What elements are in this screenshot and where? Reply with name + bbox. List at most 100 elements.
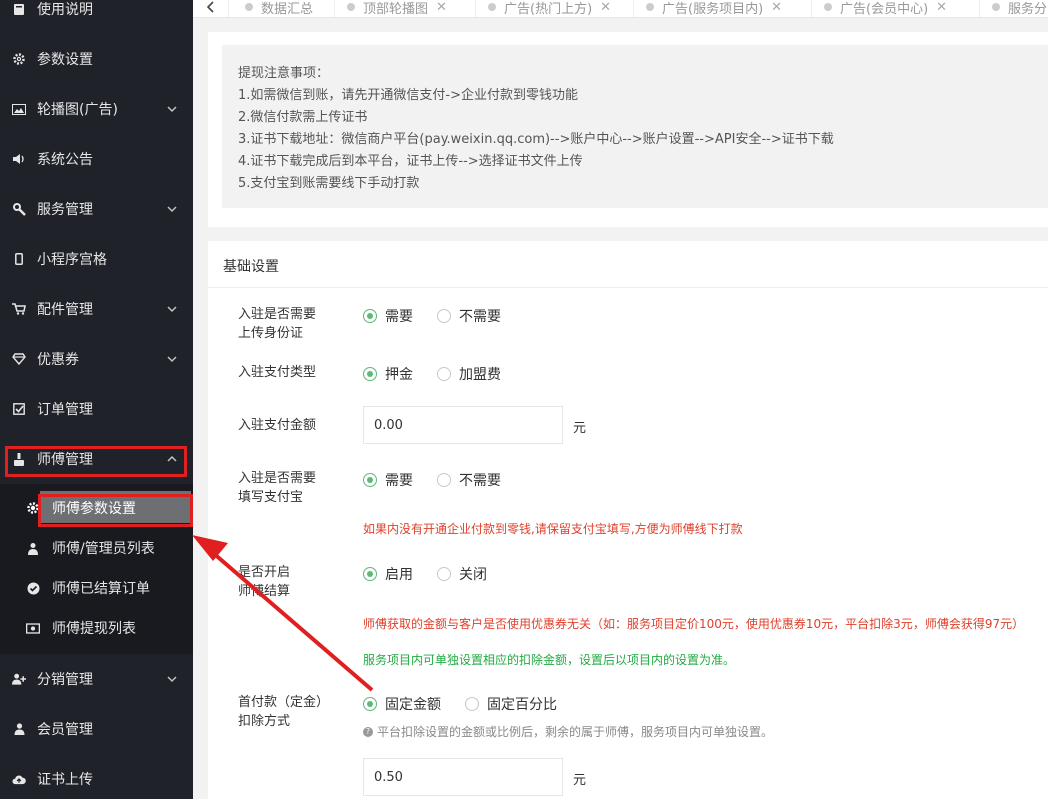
diamond-icon (12, 352, 26, 366)
chevron-down-icon (167, 676, 177, 683)
submenu-item-settled-orders[interactable]: 师傅已结算订单 (0, 568, 193, 608)
deposit-amount-input[interactable] (363, 758, 563, 796)
alipay-not-required-radio[interactable]: 不需要 (437, 470, 501, 490)
id-card-required-radio[interactable]: 需要 (363, 306, 413, 326)
close-icon[interactable]: ✕ (600, 0, 611, 15)
pay-amount-unit: 元 (573, 421, 587, 436)
cloud-upload-icon (12, 772, 26, 786)
id-card-label: 入驻是否需要 上传身份证 (238, 307, 317, 341)
radio-checked-icon (363, 473, 377, 487)
tab-top-carousel[interactable]: 顶部轮播图 ✕ (335, 0, 476, 17)
pay-type-franchise-radio[interactable]: 加盟费 (437, 364, 501, 384)
workers-submenu: 师傅参数设置 师傅/管理员列表 师傅已结算订单 师傅提现列表 (0, 484, 193, 654)
sidebar-item-notice[interactable]: 系统公告 (0, 134, 193, 184)
radio-unchecked-icon (437, 309, 451, 323)
wrench-icon (12, 202, 26, 216)
sidebar-item-label: 优惠券 (37, 352, 79, 368)
sidebar-item-label: 订单管理 (37, 402, 93, 418)
tab-bar: 数据汇总 顶部轮播图 ✕ 广告(热门上方) ✕ 广告(服务项目内) ✕ 广告(会员中心… (193, 0, 1048, 18)
sidebar-item-members[interactable]: 会员管理 (0, 704, 193, 754)
sidebar-item-orders[interactable]: 订单管理 (0, 384, 193, 434)
sidebar-item-params[interactable]: 参数设置 (0, 34, 193, 84)
pay-type-label: 入驻支付类型 (238, 365, 317, 380)
tab-service-more[interactable]: 服务分 (980, 0, 1048, 17)
notice-line: 5.支付宝到账需要线下手动打款 (238, 176, 420, 191)
image-icon (12, 102, 26, 116)
tab-dot-icon (824, 3, 832, 11)
settle-enable-radio[interactable]: 启用 (363, 564, 413, 584)
sidebar-item-label: 小程序宫格 (37, 252, 107, 268)
sidebar-item-cert-upload[interactable]: 证书上传 (0, 754, 193, 799)
sidebar-item-service[interactable]: 服务管理 (0, 184, 193, 234)
tab-dot-icon (488, 3, 496, 11)
sidebar-item-banner[interactable]: 轮播图(广告) (0, 84, 193, 134)
check-circle-icon (26, 581, 40, 595)
settle-disable-radio[interactable]: 关闭 (437, 564, 487, 584)
section-title: 基础设置 (223, 259, 279, 275)
close-icon[interactable]: ✕ (936, 0, 947, 15)
submenu-item-worker-list[interactable]: 师傅/管理员列表 (0, 528, 193, 568)
submenu-item-label: 师傅参数设置 (52, 501, 136, 517)
notice-line: 3.证书下载地址：微信商户平台(pay.weixin.qq.com)-->账户中… (238, 132, 834, 147)
tab-dot-icon (646, 3, 654, 11)
sidebar-item-label: 分销管理 (37, 672, 93, 688)
sidebar-item-mini-grid[interactable]: 小程序宫格 (0, 234, 193, 284)
submenu-item-withdraw-list[interactable]: 师傅提现列表 (0, 608, 193, 648)
divider (208, 287, 1048, 288)
deposit-fixed-amount-radio[interactable]: 固定金额 (363, 694, 441, 714)
chevron-left-icon (206, 1, 214, 13)
radio-unchecked-icon (437, 567, 451, 581)
user-plus-icon (12, 672, 26, 686)
worker-icon (12, 452, 26, 466)
sidebar-item-workers[interactable]: 师傅管理 (0, 434, 193, 484)
sidebar-item-distribution[interactable]: 分销管理 (0, 654, 193, 704)
cart-icon (12, 302, 26, 316)
chevron-up-icon (167, 455, 177, 462)
book-icon (12, 2, 26, 16)
sidebar-item-label: 会员管理 (37, 722, 93, 738)
checkbox-icon (12, 402, 26, 416)
sidebar-item-label: 轮播图(广告) (37, 102, 118, 118)
submenu-item-label: 师傅已结算订单 (52, 581, 150, 597)
tab-ad-member[interactable]: 广告(会员中心) ✕ (812, 0, 980, 17)
sidebar-item-parts[interactable]: 配件管理 (0, 284, 193, 334)
chevron-down-icon (167, 356, 177, 363)
tab-data-summary[interactable]: 数据汇总 (229, 0, 335, 17)
sidebar-item-manual[interactable]: 使用说明 (0, 0, 193, 34)
tab-scroll-left-button[interactable] (193, 0, 229, 17)
submenu-item-label: 师傅/管理员列表 (52, 541, 155, 557)
radio-checked-icon (363, 309, 377, 323)
radio-unchecked-icon (437, 367, 451, 381)
close-icon[interactable]: ✕ (436, 0, 447, 15)
alipay-required-radio[interactable]: 需要 (363, 470, 413, 490)
tab-ad-service[interactable]: 广告(服务项目内) ✕ (634, 0, 812, 17)
alipay-label: 入驻是否需要 填写支付宝 (238, 471, 317, 505)
deposit-amount-unit: 元 (573, 773, 587, 788)
pay-amount-input[interactable] (363, 406, 563, 444)
question-icon: ? (363, 726, 373, 737)
sidebar-item-coupon[interactable]: 优惠券 (0, 334, 193, 384)
chevron-down-icon (167, 206, 177, 213)
sidebar-item-label: 系统公告 (37, 152, 93, 168)
notice-box: 提现注意事项： 1.如需微信到账，请先开通微信支付->企业付款到零钱功能 2.微… (222, 45, 1048, 208)
settle-hint-red: 师傅获取的金额与客户是否使用优惠券无关（如：服务项目定价100元，使用优惠券10… (363, 617, 1025, 631)
tab-ad-hot[interactable]: 广告(热门上方) ✕ (476, 0, 634, 17)
deposit-fixed-percent-radio[interactable]: 固定百分比 (465, 694, 557, 714)
notice-line: 2.微信付款需上传证书 (238, 110, 368, 125)
alipay-hint: 如果内没有开通企业付款到零钱,请保留支付宝填写,方便为师傅线下打款 (363, 522, 743, 536)
pay-type-deposit-radio[interactable]: 押金 (363, 364, 413, 384)
id-card-not-required-radio[interactable]: 不需要 (437, 306, 501, 326)
sidebar-item-label: 使用说明 (37, 2, 93, 18)
tab-dot-icon (992, 3, 1000, 11)
sidebar: 使用说明 参数设置 轮播图(广告) 系统公告 服务管理 小程序宫格 配件管理 优… (0, 0, 193, 799)
chevron-down-icon (167, 306, 177, 313)
radio-checked-icon (363, 567, 377, 581)
sidebar-item-label: 师傅管理 (37, 452, 93, 468)
submenu-item-worker-params[interactable]: 师傅参数设置 (0, 488, 193, 528)
close-icon[interactable]: ✕ (771, 0, 782, 15)
sidebar-item-label: 服务管理 (37, 202, 93, 218)
radio-unchecked-icon (465, 697, 479, 711)
pay-amount-label: 入驻支付金额 (238, 418, 317, 433)
deposit-label: 首付款（定金） 扣除方式 (238, 695, 330, 729)
tab-dot-icon (245, 3, 253, 11)
